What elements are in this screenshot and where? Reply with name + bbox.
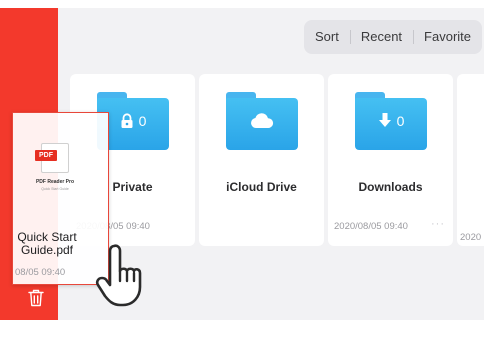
folder-name: Downloads (358, 180, 423, 194)
recent-button[interactable]: Recent (349, 20, 413, 54)
trash-icon (28, 289, 44, 307)
trash-button[interactable] (27, 288, 45, 308)
more-options-icon[interactable]: ··· (431, 218, 445, 230)
dragged-file-date: 08/05 09:40 (15, 267, 66, 278)
cloud-icon (251, 113, 274, 128)
folder-name: iCloud Drive (226, 180, 297, 194)
lock-icon (121, 113, 133, 128)
favorite-button[interactable]: Favorite (413, 20, 482, 54)
folder-card-icloud-drive[interactable]: iCloud Drive (199, 74, 324, 246)
pdf-badge: PDF (35, 150, 57, 161)
folder-icon (226, 92, 298, 150)
pdf-thumbnail: PDF PDF Reader Pro Quick Start Guide (35, 143, 75, 201)
pdf-thumb-subcaption: Quick Start Guide (41, 187, 69, 191)
hand-cursor-icon (95, 244, 142, 307)
folder-date: 2020 (460, 232, 482, 243)
folder-card-downloads[interactable]: 0 Downloads 2020/08/05 09:40 ··· (328, 74, 453, 246)
folder-count-badge: 0 (138, 113, 147, 129)
folder-count-badge: 0 (396, 113, 405, 129)
file-browser-screen: Sort Recent Favorite 0 Private 2020/08/0… (0, 8, 484, 320)
sort-segmented-control: Sort Recent Favorite (304, 20, 482, 54)
folder-card-partial[interactable]: 2020 (457, 74, 484, 246)
dragged-file-name: Quick Start Guide.pdf (17, 230, 77, 257)
sort-button[interactable]: Sort (304, 20, 350, 54)
app-window: Sort Recent Favorite 0 Private 2020/08/0… (0, 0, 488, 337)
pdf-thumb-caption: PDF Reader Pro (35, 179, 75, 185)
folder-date: 2020/08/05 09:40 (334, 221, 408, 232)
folder-icon: 0 (355, 92, 427, 150)
download-arrow-icon (378, 113, 391, 127)
